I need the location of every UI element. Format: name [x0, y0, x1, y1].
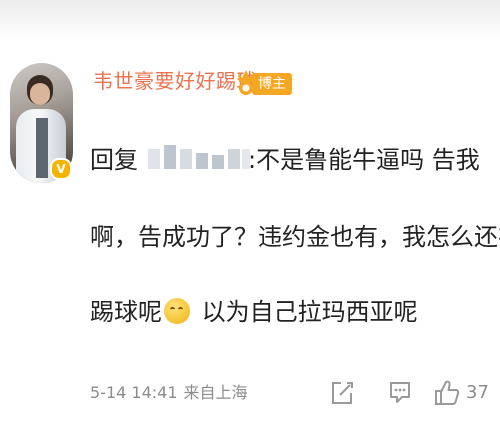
- comment-line-1: 回复 :不是鲁能牛逼吗 告我: [90, 145, 480, 175]
- like-count: 37: [466, 382, 489, 403]
- verified-v-icon: V: [50, 158, 72, 180]
- edit-square-icon: [332, 382, 353, 404]
- comment-bubble-icon: [390, 382, 410, 403]
- comment-line-3: 踢球呢 以为自己拉玛西亚呢: [90, 297, 418, 327]
- line3-end: 以为自己拉玛西亚呢: [194, 298, 418, 326]
- thumbs-up-icon: [435, 380, 460, 405]
- comment-line-2: 啊，告成功了？违约金也有，我怎么还在: [90, 223, 500, 251]
- blogger-badge: 博主: [252, 73, 292, 95]
- post-time: 5-14 14:41: [90, 383, 178, 402]
- comment-button[interactable]: [383, 373, 417, 413]
- grinning-face-icon: [164, 298, 190, 324]
- avatar-face: [30, 83, 50, 105]
- edit-button[interactable]: [325, 373, 359, 413]
- blurred-username: [146, 145, 250, 171]
- username-link[interactable]: 韦世豪要好好踢球: [93, 68, 257, 94]
- weibo-comment-screen: V 韦世豪要好好踢球 博主 回复 :不是鲁能牛逼吗 告我 啊，告成功了？违约金也有…: [0, 0, 500, 440]
- line3-start: 踢球呢: [90, 298, 162, 326]
- avatar-tie: [36, 118, 48, 178]
- post-meta: 5-14 14:41 来自上海: [90, 382, 248, 404]
- post-source: 来自上海: [183, 383, 248, 402]
- like-button[interactable]: [430, 373, 464, 413]
- top-shadow-band: [0, 0, 500, 42]
- reply-prefix: 回复: [90, 146, 138, 174]
- reply-text: :不是鲁能牛逼吗 告我: [248, 146, 480, 174]
